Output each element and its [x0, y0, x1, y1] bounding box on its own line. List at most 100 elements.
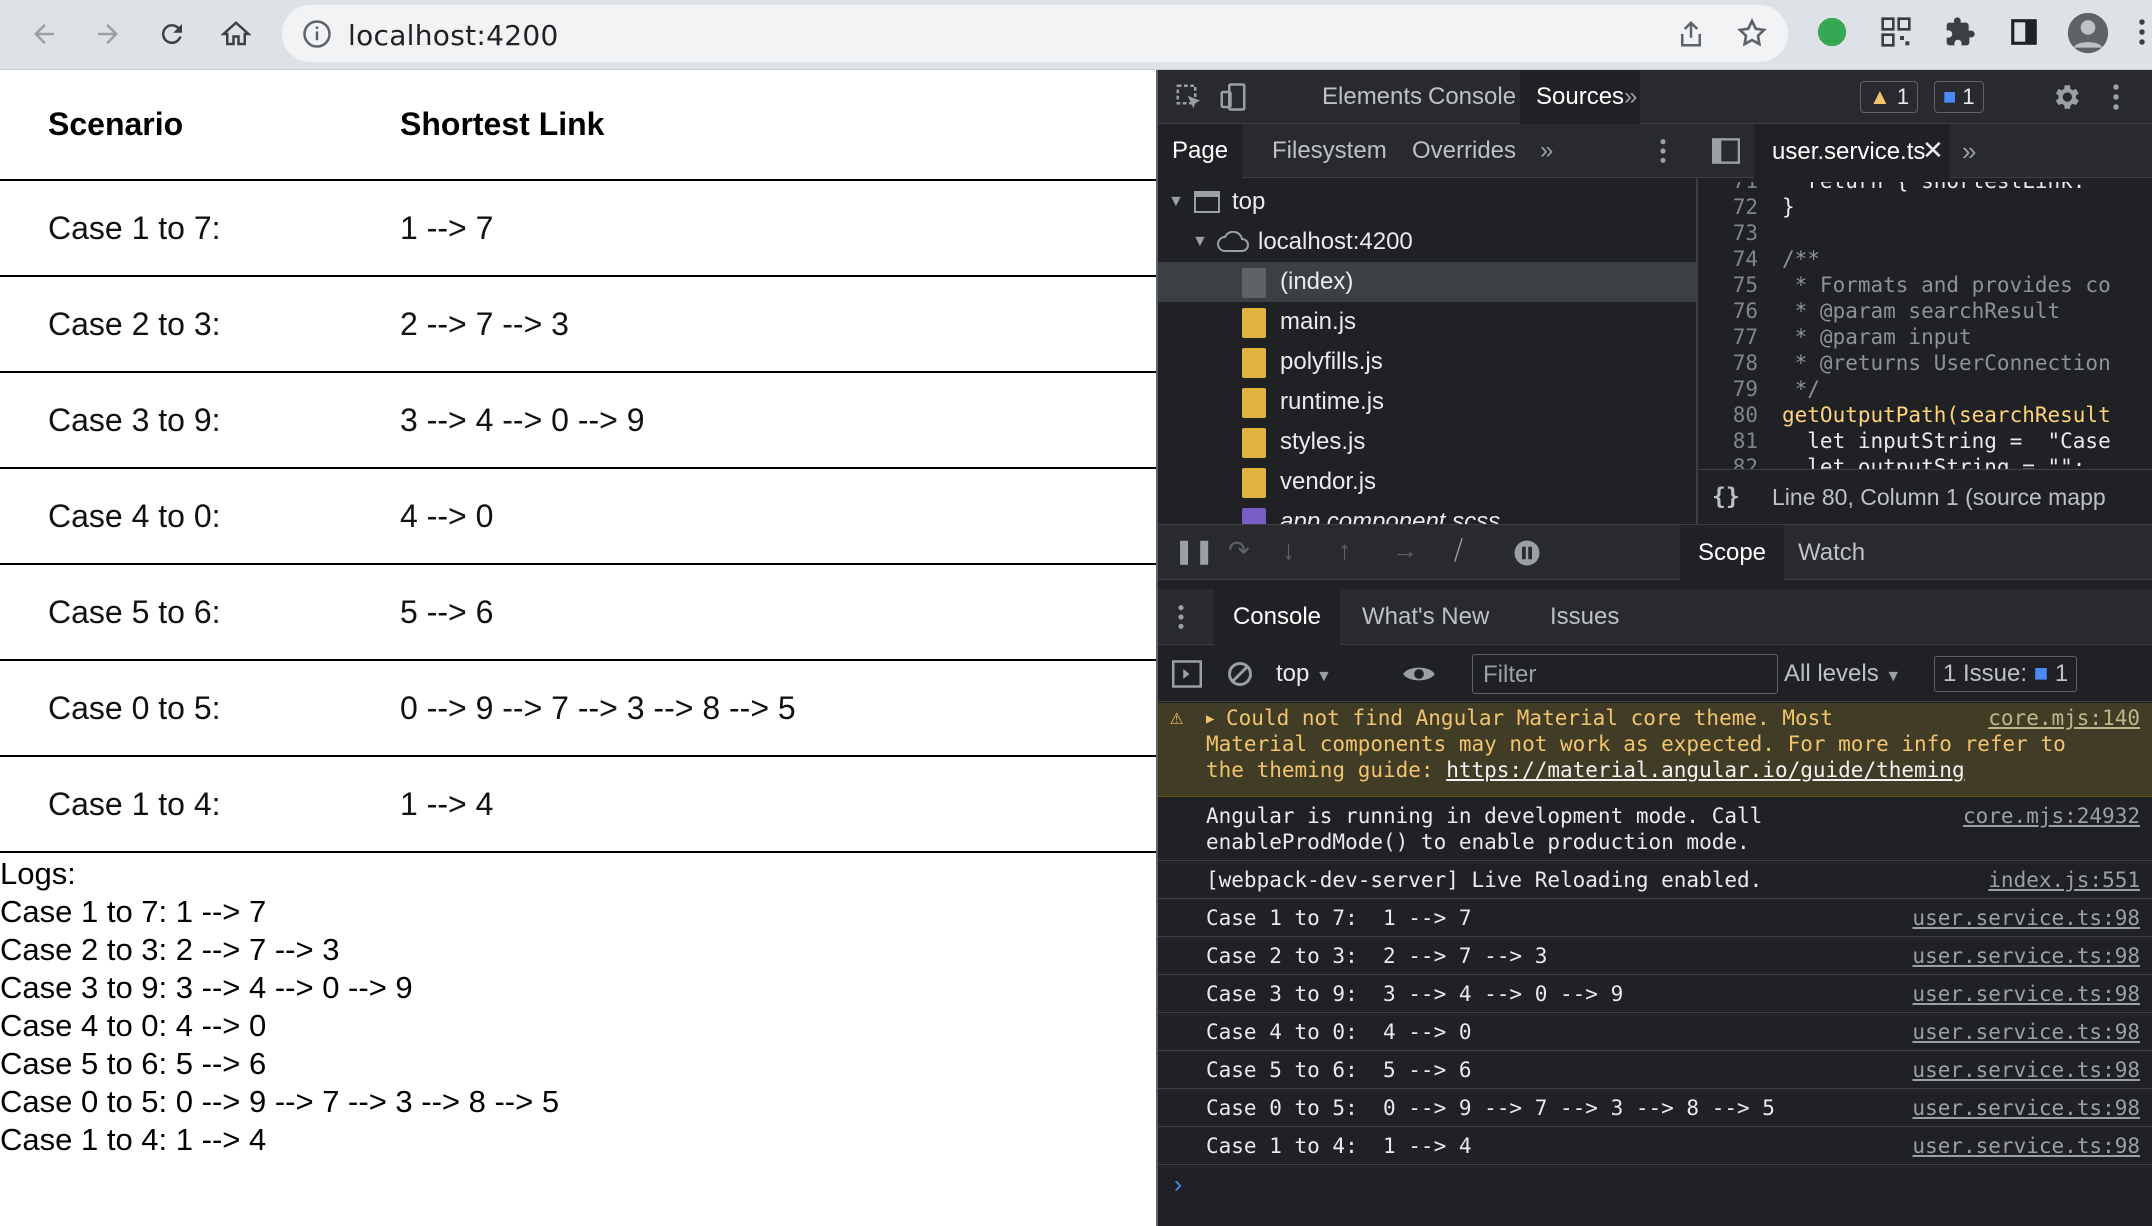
menu-kebab-icon[interactable]	[2124, 14, 2152, 50]
step-into-icon[interactable]: ↓	[1282, 535, 1295, 566]
console-log-message: Case 2 to 3: 2 --> 7 --> 3 user.service.…	[1158, 937, 2152, 975]
code-text: * @returns UserConnection	[1782, 351, 2111, 375]
profile-avatar[interactable]	[2064, 9, 2112, 57]
address-bar[interactable]: localhost:4200	[282, 5, 1788, 62]
qr-code-icon[interactable]	[1878, 14, 1914, 50]
filter-input[interactable]: Filter	[1472, 654, 1778, 694]
home-button[interactable]	[214, 12, 258, 56]
message-source-link[interactable]: user.service.ts:98	[1912, 943, 2140, 969]
drawer-menu-kebab-icon[interactable]	[1176, 603, 1186, 631]
devtools-panel: Elements Console Sources » ▲ 1 ■ 1 Page …	[1156, 70, 2152, 1226]
tree-item-file[interactable]: polyfills.js	[1158, 342, 1696, 382]
tab-filesystem[interactable]: Filesystem	[1258, 124, 1401, 178]
console-prompt[interactable]: ›	[1174, 1171, 1182, 1199]
cursor-position: Line 80, Column 1 (source mapp	[1772, 484, 2106, 510]
table-row: Case 3 to 9: 3 --> 4 --> 0 --> 9	[0, 372, 1156, 469]
devtools-menu-kebab-icon[interactable]	[2110, 82, 2122, 112]
warning-count: 1	[1896, 84, 1910, 109]
message-source-link[interactable]: user.service.ts:98	[1912, 905, 2140, 931]
forward-button[interactable]	[86, 12, 130, 56]
share-icon[interactable]	[1676, 19, 1706, 49]
tree-item-file[interactable]: (index)	[1158, 262, 1696, 302]
log-levels-value: All levels	[1784, 660, 1879, 687]
tree-item-top[interactable]: ▼ top	[1158, 182, 1696, 222]
info-icon[interactable]	[302, 19, 332, 49]
console-toolbar: top ▼ Filter All levels ▼ 1 Issue: ■ 1	[1158, 646, 2152, 702]
code-line: 76 * @param searchResult	[1698, 298, 2152, 324]
more-navigator-tabs-chevron-icon[interactable]: »	[1526, 124, 1567, 178]
theming-guide-link[interactable]: https://material.angular.io/guide/themin…	[1446, 758, 1964, 782]
column-header-scenario: Scenario	[0, 70, 400, 181]
tree-item-file[interactable]: app.component.scss	[1158, 502, 1696, 524]
bookmark-star-icon[interactable]	[1736, 17, 1768, 49]
tree-item-file[interactable]: main.js	[1158, 302, 1696, 342]
more-tabs-chevron-icon[interactable]: »	[1608, 70, 1653, 124]
message-source-link[interactable]: index.js:551	[1988, 867, 2140, 893]
tree-item-host[interactable]: ▼ localhost:4200	[1158, 222, 1696, 262]
pause-icon[interactable]: ❚❚	[1174, 537, 1214, 566]
console-log-message: Case 5 to 6: 5 --> 6 user.service.ts:98	[1158, 1051, 2152, 1089]
close-tab-icon[interactable]: ✕	[1922, 135, 1944, 166]
tree-item-file[interactable]: runtime.js	[1158, 382, 1696, 422]
browser-toolbar: localhost:4200	[0, 0, 2152, 70]
expand-triangle-icon[interactable]: ▶	[1206, 706, 1214, 732]
inspect-element-icon[interactable]	[1174, 82, 1204, 112]
message-source-link[interactable]: core.mjs:140	[1988, 705, 2140, 731]
message-source-link[interactable]: core.mjs:24932	[1963, 803, 2140, 829]
context-selector[interactable]: top ▼	[1276, 646, 1332, 702]
tree-item-file[interactable]: vendor.js	[1158, 462, 1696, 502]
deactivate-breakpoints-icon[interactable]: ⧸	[1454, 535, 1463, 567]
message-source-link[interactable]: user.service.ts:98	[1912, 981, 2140, 1007]
drawer-tab-issues[interactable]: Issues	[1550, 589, 1619, 645]
tab-scope[interactable]: Scope	[1680, 525, 1784, 581]
warning-count-badge[interactable]: ▲ 1	[1860, 81, 1919, 113]
editor-tab-user-service[interactable]: user.service.ts ✕	[1754, 124, 1950, 178]
tab-watch[interactable]: Watch	[1798, 525, 1865, 581]
drawer-tab-whats-new[interactable]: What's New	[1362, 589, 1489, 645]
side-panel-icon[interactable]	[2006, 14, 2042, 50]
warning-triangle-icon: ▲	[1869, 84, 1891, 109]
message-source-link[interactable]: user.service.ts:98	[1912, 1019, 2140, 1045]
message-source-link[interactable]: user.service.ts:98	[1912, 1095, 2140, 1121]
console-log-message: [webpack-dev-server] Live Reloading enab…	[1158, 861, 2152, 899]
clear-console-icon[interactable]	[1226, 660, 1254, 688]
console-sidebar-icon[interactable]	[1172, 660, 1202, 688]
message-source-link[interactable]: user.service.ts:98	[1912, 1133, 2140, 1159]
issues-counter-button[interactable]: 1 Issue: ■ 1	[1934, 656, 2078, 692]
step-icon[interactable]: →	[1392, 535, 1418, 566]
logs-title: Logs:	[0, 856, 76, 891]
reload-button[interactable]	[150, 12, 194, 56]
drawer-tabs: Console What's New Issues	[1158, 589, 2152, 645]
console-log-message: Case 1 to 7: 1 --> 7 user.service.ts:98	[1158, 899, 2152, 937]
tree-label: top	[1232, 188, 1266, 215]
message-text: enableProdMode() to enable production mo…	[1206, 830, 1750, 854]
message-count-badge[interactable]: ■ 1	[1934, 81, 1984, 113]
tree-item-file[interactable]: styles.js	[1158, 422, 1696, 462]
eye-icon[interactable]	[1402, 662, 1436, 686]
pause-on-exceptions-icon[interactable]	[1512, 538, 1542, 568]
step-out-icon[interactable]: ↑	[1338, 535, 1351, 566]
more-files-chevron-icon[interactable]: »	[1962, 136, 1976, 167]
toggle-navigator-icon[interactable]	[1712, 138, 1740, 164]
message-text: Case 5 to 6: 5 --> 6	[1206, 1058, 1472, 1082]
navigator-menu-kebab-icon[interactable]	[1658, 137, 1668, 165]
tab-overrides[interactable]: Overrides	[1398, 124, 1530, 178]
drawer-tab-console[interactable]: Console	[1214, 589, 1340, 645]
code-text: */	[1782, 377, 1820, 401]
home-icon	[221, 21, 251, 46]
pretty-print-braces-icon[interactable]: {}	[1712, 470, 1740, 524]
tab-page[interactable]: Page	[1158, 124, 1243, 178]
device-toolbar-icon[interactable]	[1218, 82, 1248, 112]
back-button[interactable]	[22, 12, 66, 56]
step-over-icon[interactable]: ↷	[1228, 535, 1250, 566]
extension-green-icon[interactable]	[1814, 14, 1850, 50]
settings-gear-icon[interactable]	[2050, 81, 2082, 113]
message-source-link[interactable]: user.service.ts:98	[1912, 1057, 2140, 1083]
log-line: Case 3 to 9: 3 --> 4 --> 0 --> 9	[0, 970, 413, 1005]
log-levels-dropdown[interactable]: All levels ▼	[1784, 646, 1901, 702]
editor-tab-label: user.service.ts	[1772, 138, 1926, 165]
code-line: 80 getOutputPath(searchResult	[1698, 402, 2152, 428]
tree-label: main.js	[1280, 308, 1357, 335]
tab-console[interactable]: Console	[1412, 70, 1532, 124]
puzzle-extensions-icon[interactable]	[1942, 14, 1978, 50]
